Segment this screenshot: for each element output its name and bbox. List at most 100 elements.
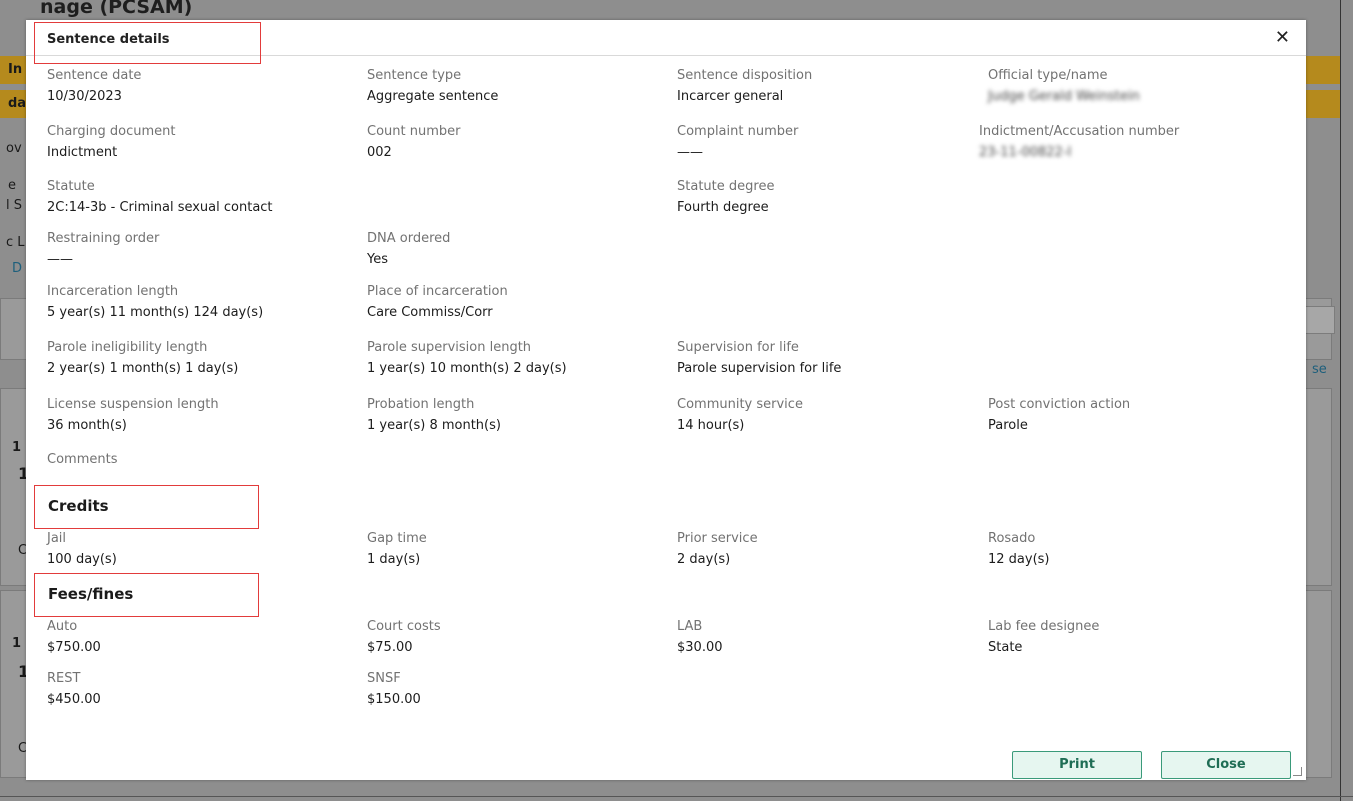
field-label: Statute degree [677, 179, 775, 194]
field-value: Parole [988, 418, 1028, 433]
field-value: 2 day(s) [677, 552, 731, 567]
field-statute: Statute 2C:14-3b - Criminal sexual conta… [47, 179, 273, 216]
field-value: Parole supervision for life [677, 361, 842, 376]
field-label: Place of incarceration [367, 284, 508, 299]
field-value: Aggregate sentence [367, 89, 499, 104]
field-sentence-disposition: Sentence disposition Incarcer general [677, 68, 812, 105]
field-label: Official type/name [988, 68, 1108, 83]
close-button[interactable]: Close [1161, 751, 1291, 779]
background-page-title: nage (PCSAM) [40, 0, 193, 18]
field-label: Restraining order [47, 231, 160, 246]
field-label: Parole ineligibility length [47, 340, 208, 355]
field-value: 2 year(s) 1 month(s) 1 day(s) [47, 361, 239, 376]
field-lab-fee-designee: Lab fee designee State [988, 619, 1099, 656]
window-border [0, 796, 1353, 797]
field-label: Jail [47, 531, 67, 546]
field-value: $75.00 [367, 640, 413, 655]
field-value: 10/30/2023 [47, 89, 122, 104]
field-official-type-name: Official type/name Judge Gerald Weinstei… [988, 68, 1140, 105]
field-value: 23-11-00822-I [979, 145, 1072, 160]
field-value: Fourth degree [677, 200, 769, 215]
field-value [47, 473, 117, 489]
field-sentence-type: Sentence type Aggregate sentence [367, 68, 498, 105]
field-value: $150.00 [367, 692, 421, 707]
field-gap-time: Gap time 1 day(s) [367, 531, 427, 568]
field-label: Rosado [988, 531, 1036, 546]
background-link: se [1312, 362, 1327, 377]
field-value: —— [47, 252, 73, 267]
field-value: Judge Gerald Weinstein [988, 89, 1140, 104]
field-probation-length: Probation length 1 year(s) 8 month(s) [367, 397, 501, 434]
field-comments: Comments [47, 452, 117, 489]
field-value: $450.00 [47, 692, 101, 707]
close-icon[interactable]: ✕ [1275, 29, 1290, 47]
field-label: Indictment/Accusation number [979, 124, 1180, 139]
field-license-suspension-length: License suspension length 36 month(s) [47, 397, 219, 434]
window-border [1340, 0, 1341, 801]
field-count-number: Count number 002 [367, 124, 460, 161]
field-label: Parole supervision length [367, 340, 532, 355]
field-value: $30.00 [677, 640, 723, 655]
field-value: —— [677, 145, 703, 160]
resize-handle[interactable] [1293, 767, 1302, 776]
field-jail: Jail 100 day(s) [47, 531, 117, 568]
field-value: 100 day(s) [47, 552, 117, 567]
fees-fines-heading: Fees/fines [48, 585, 134, 603]
highlight-box [34, 22, 261, 64]
credits-heading: Credits [48, 497, 109, 515]
field-label: Complaint number [677, 124, 799, 139]
field-label: Lab fee designee [988, 619, 1100, 634]
field-value: 1 year(s) 10 month(s) 2 day(s) [367, 361, 567, 376]
field-parole-ineligibility-length: Parole ineligibility length 2 year(s) 1 … [47, 340, 238, 377]
field-value: 002 [367, 145, 392, 160]
field-label: DNA ordered [367, 231, 451, 246]
field-label: Auto [47, 619, 78, 634]
field-value: State [988, 640, 1023, 655]
background-text: 1 [12, 636, 22, 651]
field-label: Sentence type [367, 68, 462, 83]
field-value: $750.00 [47, 640, 101, 655]
field-value: 5 year(s) 11 month(s) 124 day(s) [47, 305, 264, 320]
field-label: REST [47, 671, 81, 686]
field-value: 14 hour(s) [677, 418, 745, 433]
field-rest: REST $450.00 [47, 671, 101, 708]
background-text: 1 [12, 440, 22, 455]
field-label: Count number [367, 124, 461, 139]
field-label: Sentence date [47, 68, 142, 83]
field-incarceration-length: Incarceration length 5 year(s) 11 month(… [47, 284, 263, 321]
field-complaint-number: Complaint number —— [677, 124, 798, 161]
field-auto: Auto $750.00 [47, 619, 101, 656]
field-statute-degree: Statute degree Fourth degree [677, 179, 774, 216]
print-button[interactable]: Print [1012, 751, 1142, 779]
field-post-conviction-action: Post conviction action Parole [988, 397, 1130, 434]
field-value: 12 day(s) [988, 552, 1050, 567]
field-value: Indictment [47, 145, 118, 160]
field-value: Incarcer general [677, 89, 784, 104]
field-lab: LAB $30.00 [677, 619, 723, 656]
field-label: Sentence disposition [677, 68, 813, 83]
field-value: Yes [367, 252, 388, 267]
background-input [1303, 306, 1335, 334]
background-text: l S [6, 198, 22, 213]
field-label: Court costs [367, 619, 441, 634]
field-label: Gap time [367, 531, 427, 546]
field-value: Care Commiss/Corr [367, 305, 493, 320]
background-text: In [8, 62, 23, 77]
field-label: Statute [47, 179, 95, 194]
field-label: Community service [677, 397, 803, 412]
field-parole-supervision-length: Parole supervision length 1 year(s) 10 m… [367, 340, 567, 377]
field-label: Charging document [47, 124, 176, 139]
field-value: 2C:14-3b - Criminal sexual contact [47, 200, 273, 215]
background-text: e [8, 178, 16, 193]
field-label: Supervision for life [677, 340, 799, 355]
field-label: Incarceration length [47, 284, 179, 299]
background-link: D [12, 261, 23, 276]
field-court-costs: Court costs $75.00 [367, 619, 441, 656]
field-label: License suspension length [47, 397, 219, 412]
field-label: SNSF [367, 671, 401, 686]
field-label: Post conviction action [988, 397, 1131, 412]
field-charging-document: Charging document Indictment [47, 124, 175, 161]
field-rosado: Rosado 12 day(s) [988, 531, 1050, 568]
field-dna-ordered: DNA ordered Yes [367, 231, 450, 268]
field-community-service: Community service 14 hour(s) [677, 397, 803, 434]
